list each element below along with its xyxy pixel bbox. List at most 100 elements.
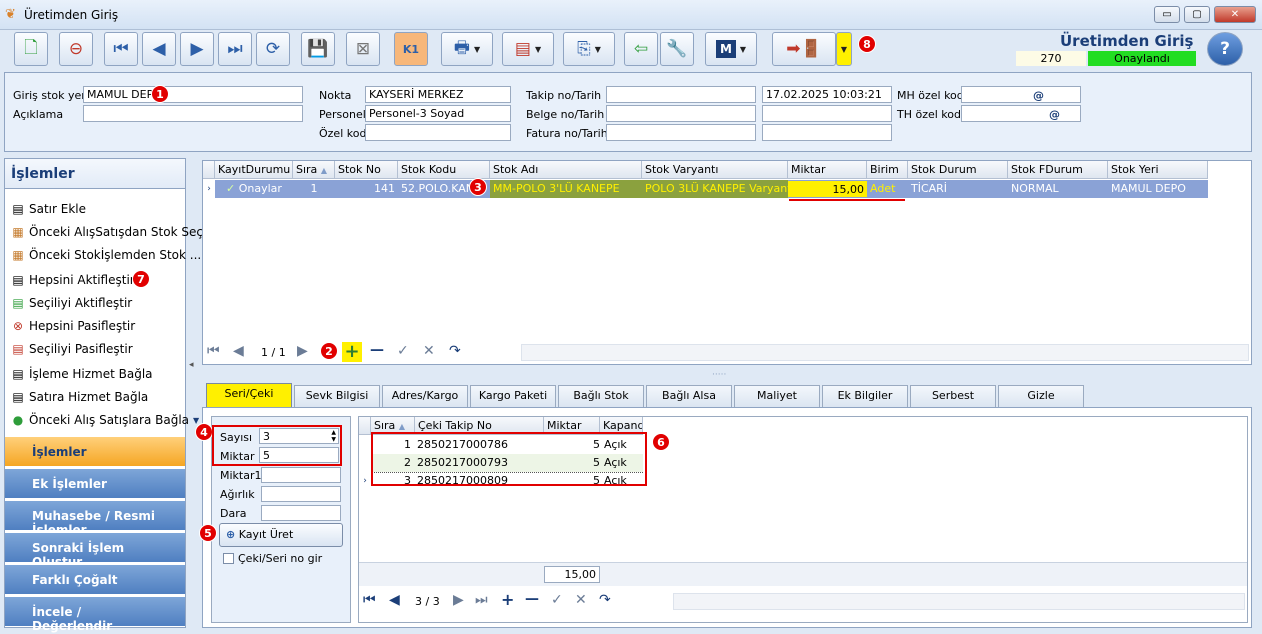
sidebar-item-isleme-hizmet[interactable]: ▤ İşleme Hizmet Bağla (11, 367, 152, 381)
tab-sevk-bilgisi[interactable]: Sevk Bilgisi (294, 385, 380, 407)
grid-header[interactable]: Stok Yeri (1108, 161, 1208, 179)
sidebar-item-onceki-alis[interactable]: ▦ Önceki AlışSatışdan Stok Seç (11, 225, 203, 239)
print-button[interactable]: 🖶 ▼ (441, 32, 493, 66)
kayit-uret-button[interactable]: ⊕ Kayıt Üret (219, 523, 343, 547)
confirm-icon[interactable]: ✓ (551, 592, 563, 608)
cell-miktar[interactable]: 15,00 (788, 181, 867, 197)
nokta-input[interactable]: KAYSERİ MERKEZ (365, 86, 511, 103)
miktar1-input[interactable] (261, 467, 341, 483)
fatura-date-input[interactable] (762, 124, 892, 141)
sidebar-item-onceki-alis-satis[interactable]: ● Önceki Alış Satışlara Bağla ▼ (11, 413, 199, 427)
grid-header[interactable]: Stok Durum (908, 161, 1008, 179)
close-button[interactable]: ✕ (1214, 6, 1256, 23)
sidebar-item-hepsini-aktif[interactable]: ▤ Hepsini Aktifleştir (11, 273, 134, 287)
nav-last-icon[interactable]: ⏭ (475, 592, 488, 608)
ceki-seri-checkbox[interactable] (223, 553, 234, 564)
pdf-button[interactable]: ▤ ▼ (502, 32, 554, 66)
tab-kargo-paketi[interactable]: Kargo Paketi (470, 385, 556, 407)
k1-button[interactable]: K1 (394, 32, 428, 66)
giris-stok-yeri-input[interactable]: MAMUL DEPO (83, 86, 303, 103)
cell-sira[interactable]: 1 (293, 180, 335, 198)
remove-icon[interactable]: — (525, 591, 539, 607)
grid-header[interactable]: KayıtDurumu (215, 161, 293, 179)
maximize-button[interactable]: ▢ (1184, 6, 1210, 23)
miktar-input[interactable]: 5 (259, 447, 339, 463)
agirlik-input[interactable] (261, 486, 341, 502)
refresh-icon[interactable]: ↷ (599, 592, 611, 608)
add-row-button[interactable]: + (342, 342, 362, 362)
m-button[interactable]: M ▼ (705, 32, 757, 66)
tab-ek-bilgiler[interactable]: Ek Bilgiler (822, 385, 908, 407)
import-button[interactable]: ⇦ (624, 32, 658, 66)
scroll-down-icon[interactable]: ▼ (193, 416, 199, 425)
sidebar-item-secili-pasif[interactable]: ▤ Seçiliyi Pasifleştir (11, 342, 132, 356)
tab-bagli-alsa[interactable]: Bağlı Alsa (646, 385, 732, 407)
remove-row-icon[interactable]: — (370, 342, 384, 358)
splitter-grip[interactable]: ····· (712, 370, 726, 380)
cancel-icon[interactable]: ✕ (575, 592, 587, 608)
grid-header[interactable]: Miktar (788, 161, 867, 179)
nav-prev-icon[interactable]: ◀ (233, 343, 244, 359)
next-record-button[interactable]: ▶ (180, 32, 214, 66)
save-button[interactable]: 💾 (301, 32, 335, 66)
sidebar-item-onceki-stok[interactable]: ▦ Önceki Stokİşlemden Stok ... (11, 248, 201, 262)
sidebar-section-incele[interactable]: İncele / Değerlendir (5, 596, 185, 633)
th-ozel-kod-input[interactable] (961, 105, 1081, 122)
nav-prev-icon[interactable]: ◀ (389, 592, 400, 608)
tab-maliyet[interactable]: Maliyet (734, 385, 820, 407)
grid-header[interactable]: Birim (867, 161, 908, 179)
grid-header[interactable]: Stok Adı (490, 161, 642, 179)
sidebar-item-hepsini-pasif[interactable]: ⊗ Hepsini Pasifleştir (11, 319, 135, 333)
new-record-button[interactable]: 🗋 (14, 32, 48, 66)
exit-dropdown-button[interactable]: ▼ (836, 32, 852, 66)
first-record-button[interactable]: ⏮ (104, 32, 138, 66)
mh-ozel-kod-input[interactable] (961, 86, 1081, 103)
collapse-sidebar-icon[interactable]: ◂ (189, 360, 194, 370)
cell-durum[interactable]: ✓ Onaylar (223, 180, 293, 198)
cell-varyant[interactable]: POLO 3LÜ KANEPE Varyantı (642, 180, 788, 198)
cell-stok-adi[interactable]: MM-POLO 3'LÜ KANEPE (490, 180, 642, 198)
refresh-button[interactable]: ⟳ (256, 32, 290, 66)
spin-icon[interactable]: ▲ ▼ (331, 429, 336, 443)
sidebar-section-ek-islemler[interactable]: Ek İşlemler (5, 468, 185, 498)
sidebar-section-muhasebe[interactable]: Muhasebe / Resmi İşlemler (5, 500, 185, 537)
tab-bagli-stok[interactable]: Bağlı Stok (558, 385, 644, 407)
sayisi-input[interactable]: 3 ▲ ▼ (259, 428, 339, 444)
sidebar-section-sonraki[interactable]: Sonraki İşlem Oluştur (5, 532, 185, 569)
grid-header[interactable]: Stok Kodu (398, 161, 490, 179)
export-button[interactable]: ⎘ ▼ (563, 32, 615, 66)
fatura-input[interactable] (606, 124, 756, 141)
tools-button[interactable]: 🔧 (660, 32, 694, 66)
nav-next-icon[interactable]: ▶ (453, 592, 464, 608)
dara-input[interactable] (261, 505, 341, 521)
belge-input[interactable] (606, 105, 756, 122)
last-record-button[interactable]: ⏭ (218, 32, 252, 66)
grid-header[interactable]: Sıra ▲ (293, 161, 335, 179)
cell-stok-no[interactable]: 141 (335, 180, 398, 198)
ozelkod-input[interactable] (365, 124, 511, 141)
sidebar-item-satir-ekle[interactable]: ▤ Satır Ekle (11, 202, 86, 216)
prev-record-button[interactable]: ◀ (142, 32, 176, 66)
nav-first-icon[interactable]: ⏮ (363, 592, 376, 608)
refresh-icon[interactable]: ↷ (449, 343, 461, 359)
cell-stok-durum[interactable]: TİCARİ (908, 180, 1008, 198)
grid-header[interactable]: Stok Varyantı (642, 161, 788, 179)
cell-birim[interactable]: Adet (867, 180, 908, 198)
add-icon[interactable]: + (501, 590, 514, 609)
nav-first-icon[interactable]: ⏮ (207, 343, 220, 359)
grid-header[interactable]: Stok No (335, 161, 398, 179)
cancel-icon[interactable]: ✕ (423, 343, 435, 359)
tab-seri-ceki[interactable]: Seri/Çeki (206, 383, 292, 407)
minimize-button[interactable]: ▭ (1154, 6, 1180, 23)
help-button[interactable]: ? (1207, 32, 1243, 66)
exit-button[interactable]: ➡🚪 (772, 32, 836, 66)
horizontal-scrollbar[interactable] (521, 344, 1249, 361)
grid-header[interactable]: Stok FDurum (1008, 161, 1108, 179)
tab-adres-kargo[interactable]: Adres/Kargo (382, 385, 468, 407)
tab-serbest-alanlar[interactable]: Serbest Alanlar (910, 385, 996, 422)
sidebar-item-satira-hizmet[interactable]: ▤ Satıra Hizmet Bağla (11, 390, 148, 404)
sidebar-section-islemler[interactable]: İşlemler (5, 436, 185, 466)
cell-stok-fdurum[interactable]: NORMAL (1008, 180, 1108, 198)
aciklama-input[interactable] (83, 105, 303, 122)
personel-input[interactable]: Personel-3 Soyad (365, 105, 511, 122)
